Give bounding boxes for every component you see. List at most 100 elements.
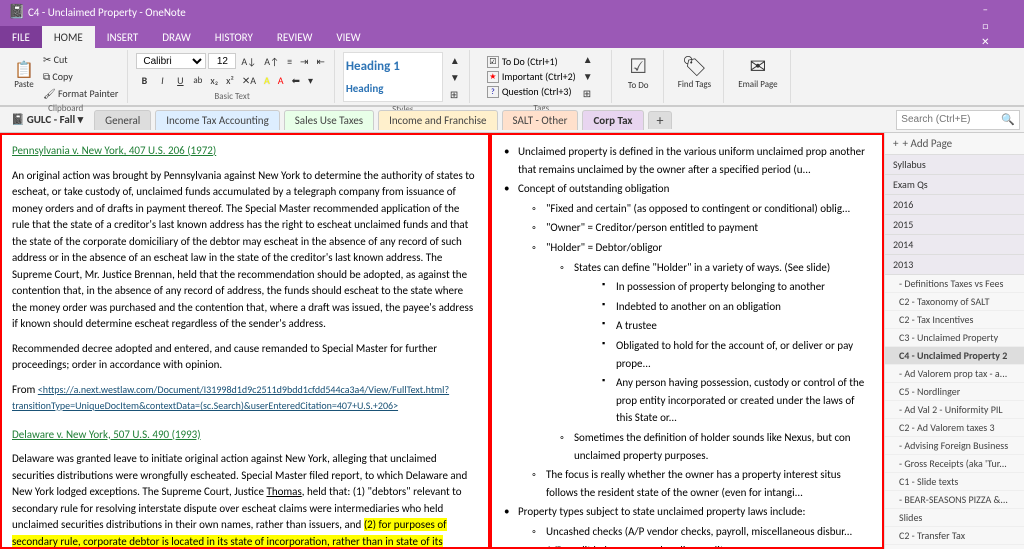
important-tag[interactable]: ★ Important (Ctrl+2) <box>487 70 576 83</box>
more-format-btn[interactable]: ▾ <box>305 73 316 88</box>
sidebar-exam-qs[interactable]: Exam Qs <box>885 175 1024 195</box>
page-definitions[interactable]: - Definitions Taxes vs Fees <box>885 275 1024 293</box>
page-c2-tax-incentives[interactable]: C2 - Tax Incentives <box>885 311 1024 329</box>
todo-checkbox[interactable]: ☑ <box>487 56 499 68</box>
section-add[interactable]: + <box>648 111 673 129</box>
styles-selector[interactable]: Heading 1 Heading <box>343 52 443 102</box>
tab-review[interactable]: REVIEW <box>265 26 325 48</box>
strikethrough-button[interactable]: ab <box>190 74 205 87</box>
case1-link[interactable]: Pennsylvania v. New York, 407 U.S. 206 (… <box>12 144 216 157</box>
search-input[interactable] <box>901 114 1001 125</box>
todo-group: ☑ To Do <box>614 50 664 103</box>
page-c3-local-excise[interactable]: C3 - Local and Select Excise <box>885 545 1024 549</box>
page-c4-unclaimed2[interactable]: C4 - Unclaimed Property 2 <box>885 347 1024 365</box>
question-tag[interactable]: ? Question (Ctrl+3) <box>487 85 576 98</box>
case1-from: From <https://a.next.westlaw.com/Documen… <box>12 382 478 415</box>
tab-file[interactable]: FILE <box>0 26 42 48</box>
font-size-input[interactable] <box>208 53 236 69</box>
notebook-selector[interactable]: 📓 GULC - Fall ▾ <box>4 110 90 129</box>
important-checkbox[interactable]: ★ <box>487 71 499 83</box>
tab-history[interactable]: HISTORY <box>203 26 265 48</box>
section-corp-tax[interactable]: Corp Tax <box>582 110 643 130</box>
case1-ext-link[interactable]: <https://a.next.westlaw.com/Document/I31… <box>12 383 449 413</box>
sidebar-2016[interactable]: 2016 <box>885 195 1024 215</box>
close-button[interactable]: ✕ <box>977 34 993 50</box>
email-button[interactable]: ✉ Email Page <box>732 52 783 92</box>
page-c3-unclaimed[interactable]: C3 - Unclaimed Property <box>885 329 1024 347</box>
clipboard-sub: ✂ Cut ⧉ Copy 🖌 Format Painter <box>40 52 121 101</box>
case1-citation: Pennsylvania v. New York, 407 U.S. 206 (… <box>12 143 478 160</box>
sidebar-2014[interactable]: 2014 <box>885 235 1024 255</box>
todo-tag[interactable]: ☑ To Do (Ctrl+1) <box>487 55 576 68</box>
page-c1-slide-texts[interactable]: C1 - Slide texts <box>885 473 1024 491</box>
tab-insert[interactable]: INSERT <box>95 26 151 48</box>
find-tags-button[interactable]: 🏷 Find Tags <box>672 52 717 92</box>
highlight-button[interactable]: A <box>261 73 273 88</box>
page-ad-val-2[interactable]: - Ad Val 2 - Uniformity PIL <box>885 401 1024 419</box>
section-salt-other[interactable]: SALT - Other <box>502 110 579 130</box>
page-advising-foreign[interactable]: - Advising Foreign Business <box>885 437 1024 455</box>
page-c5-nordlinger[interactable]: C5 - Nordlinger <box>885 383 1024 401</box>
outdent-btn[interactable]: ⇤ <box>313 54 327 69</box>
case2-citation: Delaware v. New York, 507 U.S. 490 (1993… <box>12 427 478 444</box>
page-c2-transfer-tax[interactable]: C2 - Transfer Tax <box>885 527 1024 545</box>
case2-link[interactable]: Delaware v. New York, 507 U.S. 490 (1993… <box>12 428 201 441</box>
page-slides-1[interactable]: Slides <box>885 509 1024 527</box>
font-family-select[interactable]: Calibri <box>136 53 206 69</box>
copy-button[interactable]: ⧉ Copy <box>40 69 121 84</box>
styles-up-btn[interactable]: ▲ <box>447 53 463 68</box>
todo-area[interactable]: ☑ To Do <box>620 52 657 93</box>
section-income-tax[interactable]: Income Tax Accounting <box>155 110 280 130</box>
superscript-button[interactable]: x² <box>223 73 237 88</box>
find-tags-icon: 🏷 <box>682 54 707 79</box>
page-gross-receipts[interactable]: - Gross Receipts (aka 'Tur... <box>885 455 1024 473</box>
minimize-button[interactable]: − <box>977 2 993 18</box>
cut-button[interactable]: ✂ Cut <box>40 52 121 67</box>
user-label[interactable]: Dennis ▾ <box>977 0 1016 2</box>
format-painter-button[interactable]: 🖌 Format Painter <box>40 86 121 101</box>
page-ad-valorem[interactable]: - Ad Valorem prop tax - a... <box>885 365 1024 383</box>
decrease-font-btn[interactable]: A↓ <box>238 54 259 69</box>
page-c2-taxonomy[interactable]: C2 - Taxonomy of SALT <box>885 293 1024 311</box>
bullet-unclaimed-def: Unclaimed property is defined in the var… <box>504 143 870 178</box>
tab-draw[interactable]: DRAW <box>150 26 202 48</box>
heading2-style[interactable]: Heading <box>346 82 440 95</box>
indent-btn[interactable]: ⇥ <box>297 54 311 69</box>
add-page-label: + Add Page <box>902 137 952 150</box>
tags-down-btn[interactable]: ▼ <box>580 69 596 84</box>
font-color-button[interactable]: A <box>275 73 287 88</box>
bold-button[interactable]: B <box>136 73 152 88</box>
paste-button[interactable]: 📋 Paste <box>10 61 38 92</box>
sidebar-2013[interactable]: 2013 <box>885 255 1024 275</box>
styles-down-btn[interactable]: ▼ <box>447 70 463 85</box>
question-checkbox[interactable]: ? <box>487 86 499 98</box>
heading1-style[interactable]: Heading 1 <box>346 59 440 74</box>
subscript-button[interactable]: x₂ <box>207 73 221 88</box>
align-left-btn[interactable]: ⬅ <box>289 73 303 88</box>
tags-more-btn[interactable]: ⊞ <box>580 86 596 101</box>
tag-btns: ▲ ▼ ⊞ <box>580 52 596 101</box>
section-income-franchise[interactable]: Income and Franchise <box>378 110 497 130</box>
increase-font-btn[interactable]: A↑ <box>261 54 282 69</box>
styles-more-btn[interactable]: ⊞ <box>447 87 463 102</box>
tab-home[interactable]: HOME <box>42 26 95 48</box>
clear-format-button[interactable]: ✕A <box>239 73 259 88</box>
todo-icon: ☑ <box>629 54 647 79</box>
tags-up-btn[interactable]: ▲ <box>580 52 596 67</box>
sidebar-syllabus[interactable]: Syllabus <box>885 155 1024 175</box>
sidebar-2015[interactable]: 2015 <box>885 215 1024 235</box>
tags-group: ☑ To Do (Ctrl+1) ★ Important (Ctrl+2) ? … <box>472 50 612 103</box>
maximize-button[interactable]: □ <box>977 18 993 34</box>
case2-text: Delaware was granted leave to initiate o… <box>12 451 478 549</box>
underline-button[interactable]: U <box>172 73 188 88</box>
italic-button[interactable]: I <box>154 73 170 88</box>
add-page-button[interactable]: + + Add Page <box>885 133 1024 155</box>
search-box: 🔍 <box>896 110 1020 130</box>
section-sales-use[interactable]: Sales Use Taxes <box>284 110 374 130</box>
page-bear-seasons[interactable]: - BEAR-SEASONS PIZZA &... <box>885 491 1024 509</box>
styles-content: Heading 1 Heading ▲ ▼ ⊞ <box>343 52 463 102</box>
section-general[interactable]: General <box>94 110 151 130</box>
tab-view[interactable]: VIEW <box>324 26 372 48</box>
list-btn[interactable]: ≡ <box>284 54 295 69</box>
page-c2-ad-valorem-3[interactable]: C2 - Ad Valorem taxes 3 <box>885 419 1024 437</box>
